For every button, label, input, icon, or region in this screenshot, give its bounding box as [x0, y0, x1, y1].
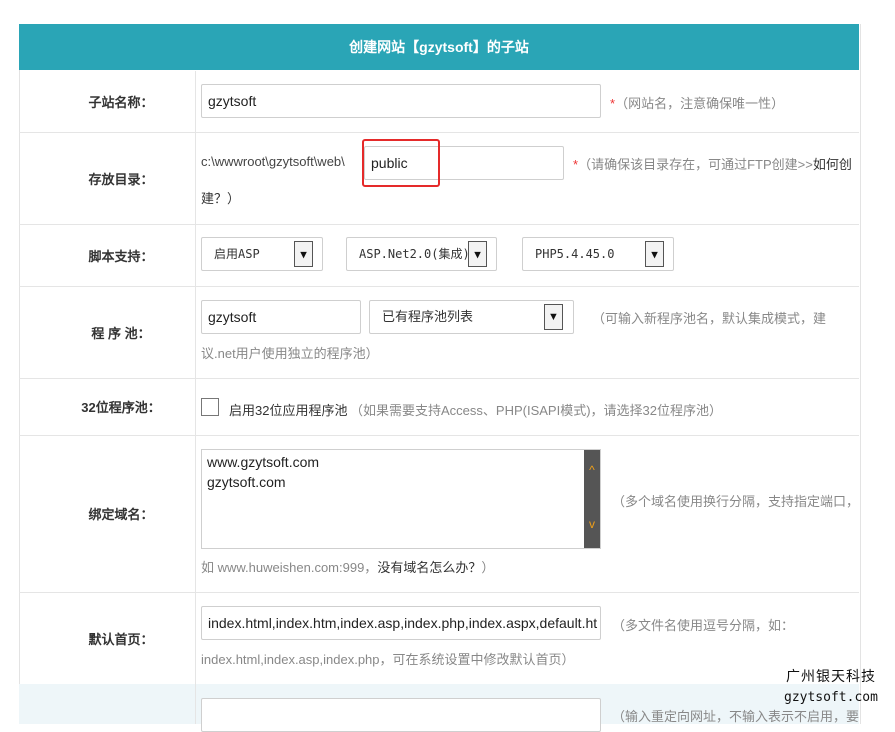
domains-example: 如 www.huweishen.com:999，没有域名怎么办？） — [201, 560, 495, 575]
domains-label: 绑定域名： — [19, 435, 196, 592]
domain-line: www.gzytsoft.com — [207, 454, 320, 470]
asp-select[interactable]: 启用ASP ▼ — [201, 237, 323, 271]
domains-hint: （多个域名使用换行分隔，支持指定端口， — [612, 494, 860, 509]
site-name-hint: *（网站名，注意确保唯一性） — [610, 96, 785, 111]
app-pool-select[interactable]: 已有程序池列表 ▼ — [369, 300, 574, 334]
chevron-up-icon[interactable]: ^ — [584, 462, 600, 478]
no-domain-link[interactable]: 没有域名怎么办？ — [377, 560, 481, 575]
php-select[interactable]: PHP5.4.45.0 ▼ — [522, 237, 674, 271]
script-support-label: 脚本支持： — [19, 224, 196, 286]
default-page-label: 默认首页： — [19, 592, 196, 684]
default-page-input[interactable]: index.html,index.htm,index.asp,index.php… — [201, 606, 601, 640]
directory-prefix: c:\wwwroot\gzytsoft\web\ — [201, 154, 345, 169]
directory-hint-line2[interactable]: 建？） — [201, 188, 240, 207]
site-name-label: 子站名称： — [19, 71, 196, 132]
pool32-checkbox[interactable] — [201, 398, 219, 416]
pool32-checkbox-label[interactable]: 启用32位应用程序池 — [229, 400, 347, 419]
redirect-label — [19, 684, 196, 724]
chevron-down-icon: ▼ — [468, 241, 487, 267]
watermark-text: 广州银天科技 — [786, 668, 876, 684]
pool32-hint: （如果需要支持Access、PHP(ISAPI模式)，请选择32位程序池） — [350, 403, 722, 418]
app-pool-hint-line2: 议.net用户使用独立的程序池） — [201, 346, 379, 361]
redirect-hint: （输入重定向网址，不输入表示不启用，要 — [612, 709, 860, 724]
highlight-box — [362, 139, 440, 187]
page-title: 创建网站【gzytsoft】的子站 — [19, 24, 859, 70]
watermark-url: gzytsoft.com — [784, 690, 878, 705]
app-pool-input[interactable]: gzytsoft — [201, 300, 361, 334]
textarea-scrollbar[interactable]: ^ v — [584, 450, 600, 548]
app-pool-label: 程 序 池： — [19, 286, 196, 378]
app-pool-hint: （可输入新程序池名，默认集成模式，建 — [592, 311, 827, 326]
chevron-down-icon: ▼ — [544, 304, 563, 330]
how-to-create-link[interactable]: 如何创 — [813, 157, 852, 172]
redirect-input[interactable] — [201, 698, 601, 732]
site-name-input[interactable]: gzytsoft — [201, 84, 601, 118]
domain-line: gzytsoft.com — [207, 474, 286, 490]
default-page-hint: （多文件名使用逗号分隔，如： — [612, 618, 795, 633]
pool32-label: 32位程序池： — [19, 378, 196, 435]
directory-label: 存放目录： — [19, 132, 196, 224]
directory-hint: *（请确保该目录存在，可通过FTP创建>>如何创 — [573, 157, 852, 172]
chevron-down-icon: ▼ — [645, 241, 664, 267]
aspnet-select[interactable]: ASP.Net2.0(集成) ▼ — [346, 237, 497, 271]
chevron-down-icon: ▼ — [294, 241, 313, 267]
domains-textarea[interactable]: www.gzytsoft.com gzytsoft.com ^ v — [201, 449, 601, 549]
chevron-down-icon[interactable]: v — [584, 516, 600, 532]
default-page-hint-line2: index.html,index.asp,index.php，可在系统设置中修改… — [201, 652, 575, 667]
